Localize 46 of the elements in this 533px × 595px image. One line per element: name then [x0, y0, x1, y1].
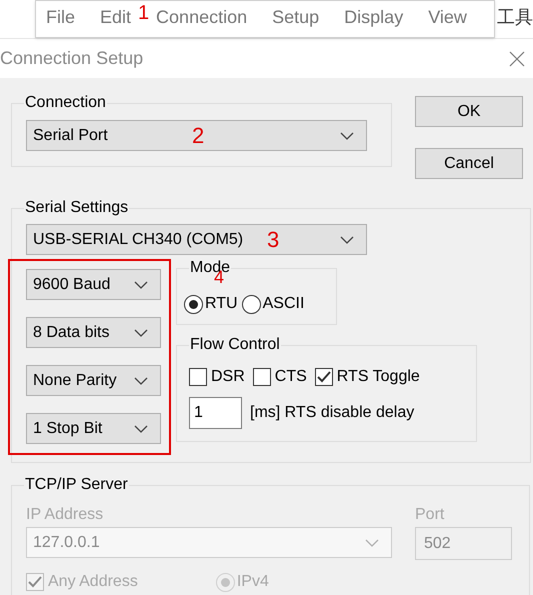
serial-parameter-dropdown[interactable]: 1 Stop Bit	[26, 413, 161, 444]
chevron-down-icon	[365, 538, 379, 546]
chevron-down-icon	[340, 236, 354, 244]
serial-parameter-dropdown[interactable]: 8 Data bits	[26, 317, 161, 348]
checkbox-label: Any Address	[48, 572, 138, 592]
radio-button[interactable]	[242, 294, 261, 314]
checkbox-label: DSR	[211, 367, 245, 387]
serial-parameter-dropdown[interactable]: 9600 Baud	[26, 269, 161, 300]
annotation-number: 3	[267, 229, 280, 251]
dialog-button[interactable]: OK	[415, 96, 523, 127]
checkbox[interactable]	[252, 368, 271, 386]
chevron-down-icon	[134, 424, 148, 432]
annotation-number: 1	[138, 3, 150, 23]
menu-item[interactable]: Edit	[100, 4, 132, 31]
menu-item[interactable]: View	[428, 4, 467, 31]
checkbox-label: RTS Toggle	[336, 367, 420, 387]
field-label: IP Address	[26, 505, 104, 525]
checkmark-icon	[316, 371, 331, 383]
checkmark-icon	[28, 576, 42, 588]
menu-item[interactable]: File	[46, 4, 76, 31]
close-icon[interactable]	[509, 50, 525, 66]
checkbox[interactable]	[314, 368, 333, 386]
menu-item[interactable]: Display	[344, 4, 404, 31]
delay-input[interactable]: 1	[189, 397, 242, 429]
connection-dropdown[interactable]: Serial Port 2	[26, 120, 367, 151]
annotation-number: 2	[192, 125, 204, 147]
radio-label: RTU	[205, 294, 238, 314]
radio-button[interactable]	[184, 294, 203, 314]
menu-item[interactable]: Connection	[156, 4, 248, 31]
chevron-down-icon	[340, 132, 354, 140]
background-text: 工具	[497, 6, 533, 29]
delay-label: [ms] RTS disable delay	[250, 403, 414, 423]
port-dropdown[interactable]: USB-SERIAL CH340 (COM5) 3	[26, 224, 367, 255]
radio-label: ASCII	[262, 294, 304, 314]
window-title: Connection Setup	[0, 47, 144, 70]
checkbox[interactable]	[189, 368, 207, 386]
field-label: Port	[415, 505, 446, 525]
group-label: Serial Settings	[24, 198, 130, 218]
menu-item[interactable]: Setup	[272, 4, 320, 31]
chevron-down-icon	[134, 376, 148, 384]
dialog-button[interactable]: Cancel	[415, 148, 523, 179]
checkbox-label: CTS	[274, 367, 307, 387]
radio-label: IPv4	[236, 572, 269, 592]
chevron-down-icon	[134, 280, 148, 288]
serial-parameter-dropdown[interactable]: None Parity	[26, 365, 161, 396]
chevron-down-icon	[134, 328, 148, 336]
